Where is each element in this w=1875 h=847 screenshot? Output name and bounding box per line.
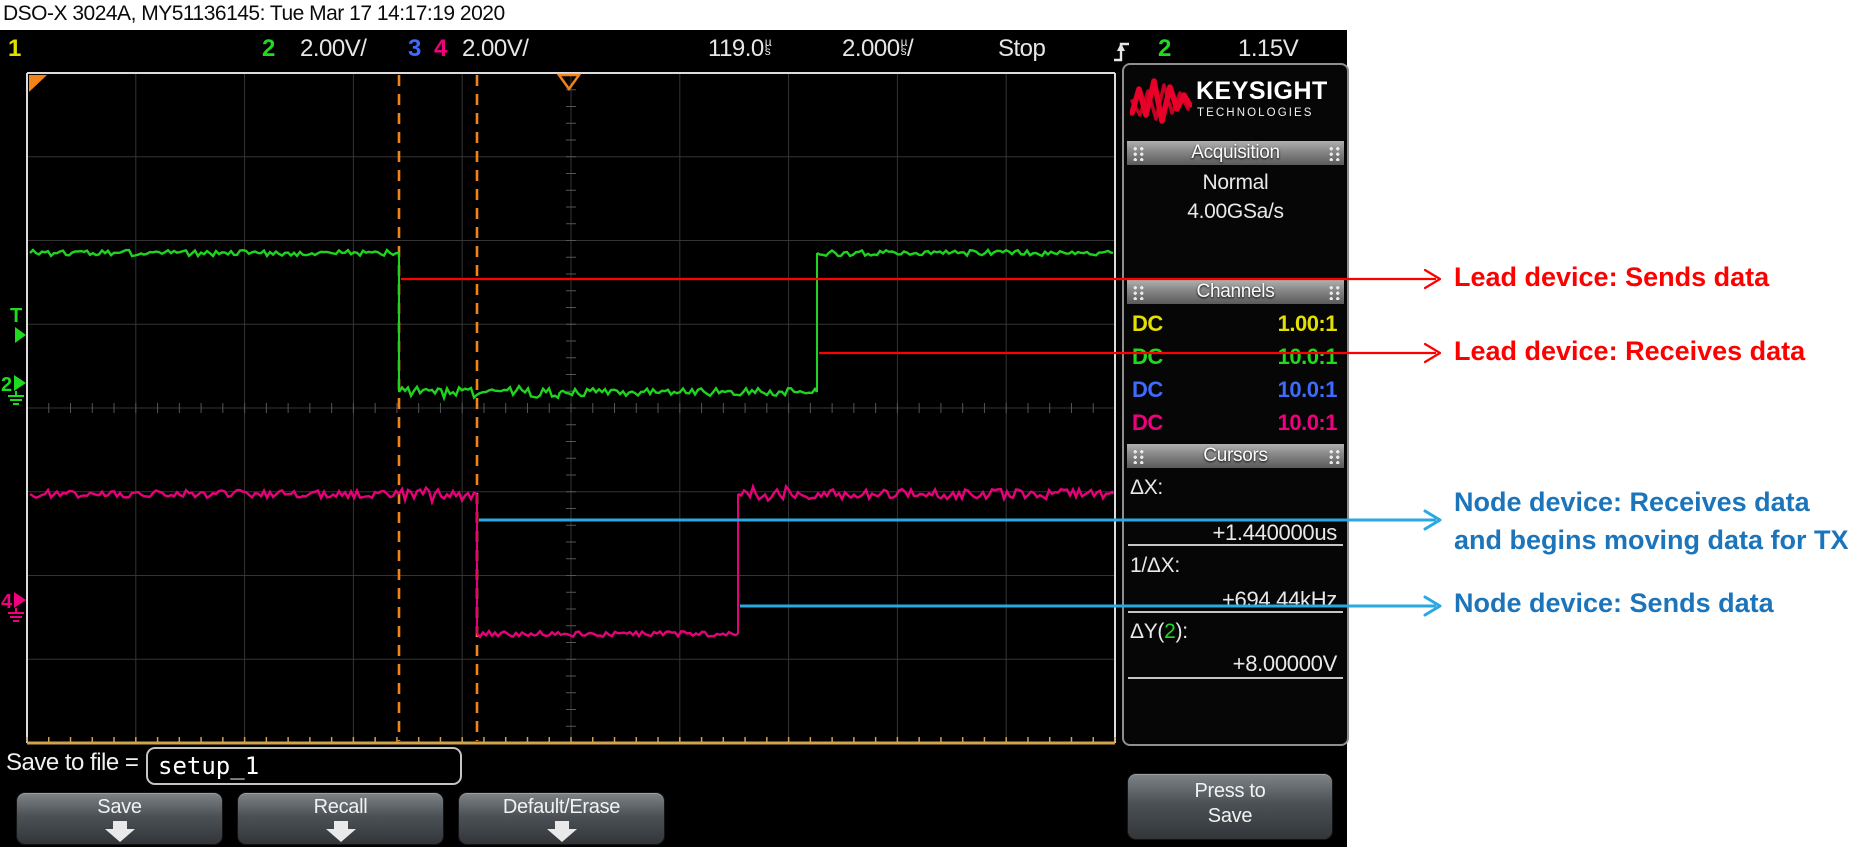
divider (1128, 677, 1343, 679)
ch4-probe-ratio: 10.0:1 (1278, 410, 1337, 436)
save-button[interactable]: Save (16, 792, 223, 845)
svg-text:4: 4 (1, 591, 13, 613)
drag-grip-icon[interactable] (1327, 448, 1340, 464)
svg-text:T: T (10, 305, 22, 327)
drag-grip-icon[interactable] (1131, 145, 1144, 161)
ch4-coupling: DC (1132, 410, 1163, 436)
down-arrow-icon (326, 829, 356, 842)
channel-row-2[interactable]: DC 10.0:1 (1124, 342, 1347, 373)
acquisition-header[interactable]: Acquisition (1127, 141, 1344, 165)
cursor-dy-value: +8.00000V (1233, 651, 1337, 677)
divider (1128, 611, 1343, 613)
acquisition-mode: Normal (1124, 171, 1347, 195)
cursor-dy-channel: 2 (1164, 620, 1175, 643)
sidebar-panel: KEYSIGHT TECHNOLOGIES Acquisition Normal… (1122, 63, 1349, 746)
oscilloscope-screen: 1 2 2.00V/ 3 4 2.00V/ 119.0µs 2.000µs/ S… (0, 30, 1347, 847)
acquisition-sample-rate: 4.00GSa/s (1124, 200, 1347, 224)
down-arrow-icon (113, 821, 127, 829)
channel-row-1[interactable]: DC 1.00:1 (1124, 309, 1347, 340)
divider (1128, 544, 1343, 546)
ch3-probe-ratio: 10.0:1 (1278, 377, 1337, 403)
press-to-save-line1: Press to (1128, 780, 1332, 803)
down-arrow-icon (547, 829, 577, 842)
brand-subtitle: TECHNOLOGIES (1197, 107, 1314, 119)
ch1-probe-ratio: 1.00:1 (1278, 311, 1337, 337)
cursor-inv-dx-value: +694.44kHz (1222, 587, 1337, 613)
ch2-probe-ratio: 10.0:1 (1278, 344, 1337, 370)
default-erase-button-label: Default/Erase (459, 796, 664, 819)
annotation-node-sends: Node device: Sends data (1454, 588, 1774, 619)
down-arrow-icon (555, 821, 569, 829)
annotation-lead-receives: Lead device: Receives data (1454, 336, 1805, 367)
down-arrow-icon (334, 821, 348, 829)
acquisition-header-label: Acquisition (1144, 142, 1327, 164)
recall-button-label: Recall (238, 796, 443, 819)
cursors-header-label: Cursors (1144, 445, 1327, 467)
drag-grip-icon[interactable] (1327, 284, 1340, 300)
brand-name: KEYSIGHT (1196, 77, 1328, 106)
ch2-coupling: DC (1132, 344, 1163, 370)
filename-field[interactable]: setup_1 (146, 747, 462, 785)
svg-text:2: 2 (1, 374, 12, 396)
ch3-coupling: DC (1132, 377, 1163, 403)
channel-row-4[interactable]: DC 10.0:1 (1124, 408, 1347, 439)
annotation-node-receives-line1: Node device: Receives data (1454, 483, 1849, 521)
cursor-dx-label: ΔX: (1130, 476, 1163, 500)
drag-grip-icon[interactable] (1327, 145, 1340, 161)
annotation-lead-sends: Lead device: Sends data (1454, 262, 1769, 293)
channel-row-3[interactable]: DC 10.0:1 (1124, 375, 1347, 406)
save-to-file-label: Save to file = (6, 749, 138, 777)
down-arrow-icon (105, 829, 135, 842)
press-to-save-button[interactable]: Press to Save (1127, 773, 1333, 840)
recall-button[interactable]: Recall (237, 792, 444, 845)
annotation-node-receives-line2: and begins moving data for TX (1454, 521, 1849, 559)
default-erase-button[interactable]: Default/Erase (458, 792, 665, 845)
annotation-node-receives: Node device: Receives data and begins mo… (1454, 483, 1849, 559)
keysight-logo-icon (1130, 75, 1192, 129)
save-button-label: Save (17, 796, 222, 819)
channels-header[interactable]: Channels (1127, 280, 1344, 304)
window-title: DSO-X 3024A, MY51136145: Tue Mar 17 14:1… (3, 2, 505, 26)
cursor-dy-label: ΔY(2): (1130, 620, 1188, 644)
cursors-header[interactable]: Cursors (1127, 444, 1344, 468)
cursor-inv-dx-label: 1/ΔX: (1130, 554, 1180, 578)
filename-value: setup_1 (158, 752, 259, 780)
cursor-dx-value: +1.440000us (1212, 520, 1337, 546)
drag-grip-icon[interactable] (1131, 448, 1144, 464)
channels-header-label: Channels (1144, 281, 1327, 303)
drag-grip-icon[interactable] (1131, 284, 1144, 300)
ch1-coupling: DC (1132, 311, 1163, 337)
press-to-save-line2: Save (1128, 805, 1332, 828)
screenshot-root: DSO-X 3024A, MY51136145: Tue Mar 17 14:1… (0, 0, 1875, 847)
